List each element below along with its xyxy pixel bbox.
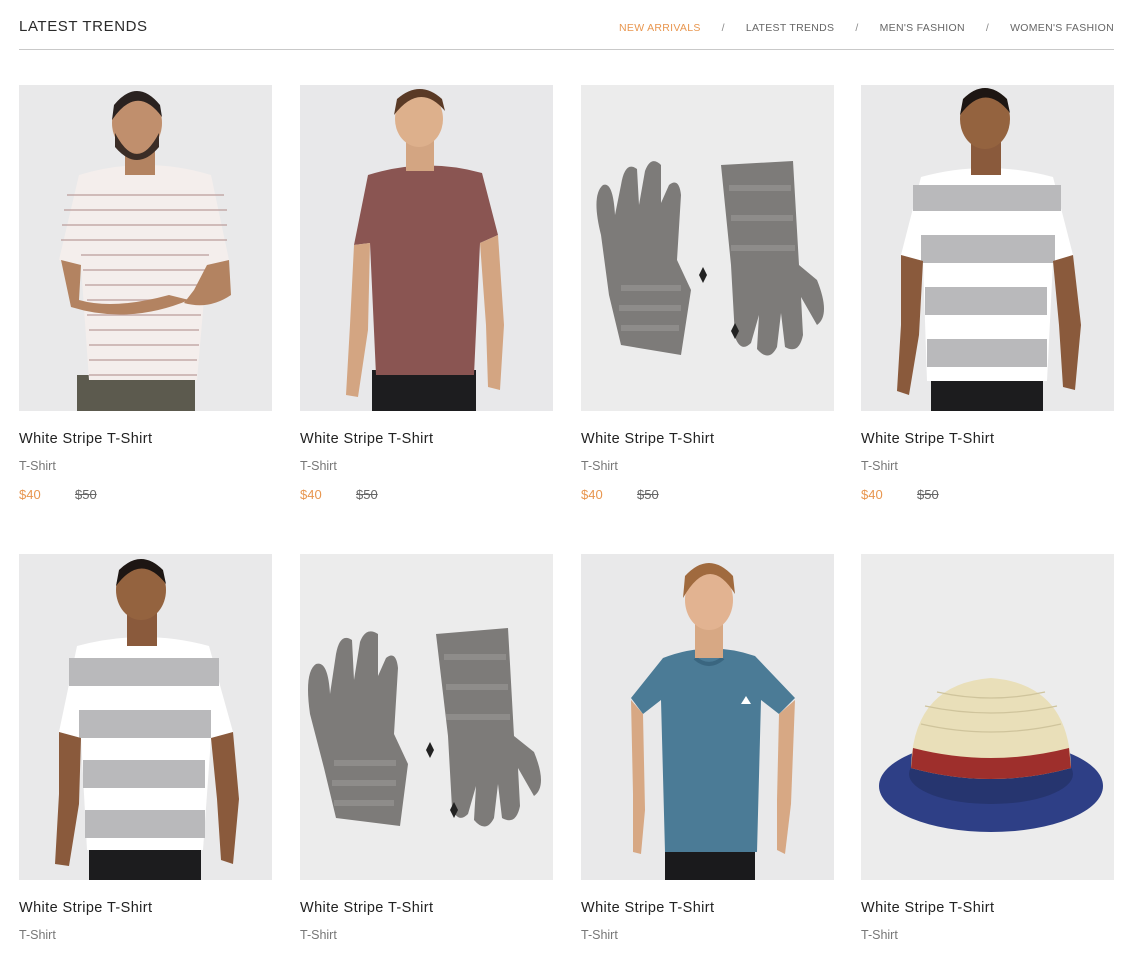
filter-latest-trends[interactable]: LATEST TRENDS (746, 22, 835, 34)
section-header: LATEST TRENDS NEW ARRIVALS / LATEST TREN… (19, 0, 1114, 50)
product-card[interactable]: White Stripe T-Shirt T-Shirt (581, 554, 834, 942)
filter-mens-fashion[interactable]: MEN'S FASHION (880, 22, 965, 34)
product-image[interactable] (581, 554, 834, 880)
product-card[interactable]: White Stripe T-Shirt T-Shirt $40 $50 (581, 85, 834, 502)
filter-nav: NEW ARRIVALS / LATEST TRENDS / MEN'S FAS… (619, 22, 1114, 34)
product-image[interactable] (861, 554, 1114, 880)
product-image[interactable] (581, 85, 834, 411)
product-category: T-Shirt (861, 459, 898, 473)
product-category: T-Shirt (19, 459, 56, 473)
product-image[interactable] (19, 554, 272, 880)
product-card[interactable]: White Stripe T-Shirt T-Shirt (861, 554, 1114, 942)
product-prices: $40 $50 (581, 487, 834, 502)
product-card[interactable]: White Stripe T-Shirt T-Shirt (19, 554, 272, 942)
product-image[interactable] (861, 85, 1114, 411)
product-image[interactable] (300, 85, 553, 411)
product-name[interactable]: White Stripe T-Shirt (581, 431, 834, 447)
product-category: T-Shirt (861, 928, 898, 942)
product-name[interactable]: White Stripe T-Shirt (300, 900, 553, 916)
product-price: $40 (861, 487, 883, 502)
product-old-price: $50 (917, 487, 939, 502)
product-old-price: $50 (356, 487, 378, 502)
section-title: LATEST TRENDS (19, 18, 148, 35)
product-name[interactable]: White Stripe T-Shirt (861, 900, 1114, 916)
product-name[interactable]: White Stripe T-Shirt (19, 900, 272, 916)
product-prices: $40 $50 (300, 487, 553, 502)
product-prices: $40 $50 (861, 487, 1114, 502)
product-price: $40 (581, 487, 603, 502)
product-category: T-Shirt (300, 459, 337, 473)
product-name[interactable]: White Stripe T-Shirt (300, 431, 553, 447)
product-category: T-Shirt (581, 928, 618, 942)
product-category: T-Shirt (300, 928, 337, 942)
product-old-price: $50 (637, 487, 659, 502)
product-old-price: $50 (75, 487, 97, 502)
product-prices: $40 $50 (19, 487, 272, 502)
filter-womens-fashion[interactable]: WOMEN'S FASHION (1010, 22, 1114, 34)
product-price: $40 (19, 487, 41, 502)
product-card[interactable]: White Stripe T-Shirt T-Shirt (300, 554, 553, 942)
product-image[interactable] (19, 85, 272, 411)
filter-separator: / (855, 22, 859, 34)
product-image[interactable] (300, 554, 553, 880)
product-category: T-Shirt (581, 459, 618, 473)
product-card[interactable]: White Stripe T-Shirt T-Shirt $40 $50 (19, 85, 272, 502)
product-card[interactable]: White Stripe T-Shirt T-Shirt $40 $50 (300, 85, 553, 502)
filter-separator: / (721, 22, 725, 34)
product-price: $40 (300, 487, 322, 502)
filter-new-arrivals[interactable]: NEW ARRIVALS (619, 22, 701, 34)
product-category: T-Shirt (19, 928, 56, 942)
product-name[interactable]: White Stripe T-Shirt (581, 900, 834, 916)
product-name[interactable]: White Stripe T-Shirt (19, 431, 272, 447)
product-card[interactable]: White Stripe T-Shirt T-Shirt $40 $50 (861, 85, 1114, 502)
filter-separator: / (985, 22, 990, 34)
product-name[interactable]: White Stripe T-Shirt (861, 431, 1114, 447)
